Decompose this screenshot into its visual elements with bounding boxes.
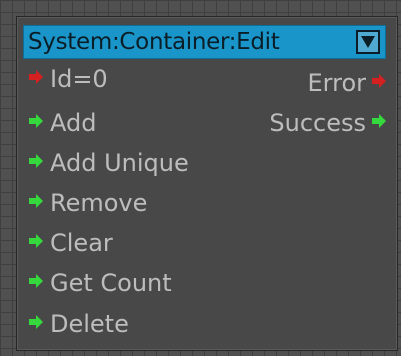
green-arrow-icon[interactable] [28, 153, 44, 169]
red-arrow-icon[interactable] [371, 73, 387, 89]
input-pin-delete[interactable]: Delete [17, 309, 397, 339]
input-pin-label: Remove [50, 189, 148, 217]
input-pin-remove[interactable]: Remove [17, 188, 397, 218]
output-pin-label: Success [269, 109, 366, 137]
input-pin-add-unique[interactable]: Add Unique [17, 148, 397, 178]
input-pin-label: Delete [50, 310, 129, 338]
input-pin-get-count[interactable]: Get Count [17, 268, 397, 298]
green-arrow-icon[interactable] [371, 113, 387, 129]
output-pin-error[interactable]: Error [17, 68, 397, 98]
input-pin-label: Get Count [50, 269, 172, 297]
output-pin-success[interactable]: Success [17, 108, 397, 138]
container-edit-node[interactable]: System:Container:Edit Id=0 Add Add Uniqu… [16, 16, 398, 351]
input-pin-label: Add Unique [50, 149, 189, 177]
green-arrow-icon[interactable] [28, 314, 44, 330]
output-pin-label: Error [307, 69, 367, 97]
input-pin-label: Clear [50, 229, 113, 257]
dropdown-toggle-button[interactable] [356, 30, 380, 54]
node-title-bar[interactable]: System:Container:Edit [23, 25, 386, 59]
green-arrow-icon[interactable] [28, 273, 44, 289]
input-pin-clear[interactable]: Clear [17, 228, 397, 258]
node-title: System:Container:Edit [28, 29, 280, 55]
green-arrow-icon[interactable] [28, 193, 44, 209]
green-arrow-icon[interactable] [28, 233, 44, 249]
triangle-down-icon [361, 36, 375, 48]
